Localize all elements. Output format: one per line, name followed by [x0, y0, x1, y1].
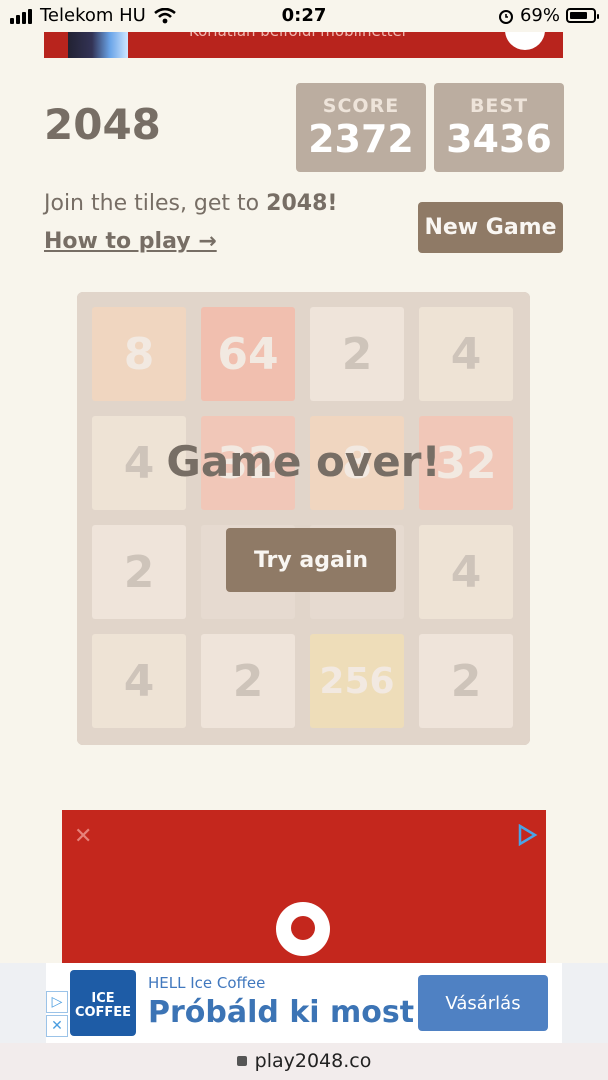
- close-icon[interactable]: ✕: [74, 824, 92, 849]
- buy-button[interactable]: Vásárlás: [418, 975, 548, 1031]
- intro-text: Join the tiles, get to 2048!: [44, 191, 337, 216]
- logo-line-1: ICE: [91, 991, 115, 1006]
- ad-headline[interactable]: Próbáld ki most: [148, 995, 414, 1030]
- ice-coffee-logo: ICE COFFEE: [70, 970, 136, 1036]
- game-title: 2048: [44, 100, 161, 149]
- battery-percent: 69%: [519, 5, 560, 26]
- game-board[interactable]: 8642443283224422562 Game over! Try again: [77, 292, 530, 745]
- best-label: BEST: [469, 95, 529, 117]
- how-to-play-link[interactable]: How to play →: [44, 229, 217, 254]
- intro-goal: 2048!: [266, 191, 338, 216]
- score-label: SCORE: [322, 95, 400, 117]
- top-ad-text: Korlátlan belföldi mobilnettel: [189, 32, 406, 40]
- lock-icon: [236, 1056, 247, 1066]
- game-over-overlay: Game over! Try again: [77, 292, 530, 745]
- game-over-message: Game over!: [166, 437, 441, 486]
- battery-icon: [566, 8, 599, 23]
- new-game-button[interactable]: New Game: [418, 202, 563, 253]
- ad-brand: HELL Ice Coffee: [148, 974, 266, 992]
- vodafone-ad[interactable]: ✕: [62, 810, 546, 970]
- try-again-button[interactable]: Try again: [226, 528, 396, 592]
- top-ad-banner[interactable]: Korlátlan belföldi mobilnettel: [44, 32, 563, 58]
- url-text: play2048.co: [254, 1050, 372, 1072]
- score-box: SCORE 2372: [296, 83, 426, 172]
- best-box: BEST 3436: [434, 83, 564, 172]
- adchoices-icon[interactable]: [516, 824, 538, 846]
- logo-line-2: COFFEE: [74, 1005, 132, 1020]
- vodafone-logo-icon: [276, 902, 330, 956]
- ad-phone-image: [68, 32, 128, 58]
- status-bar: Telekom HU 0:27 69%: [0, 0, 608, 32]
- ad-logo: [505, 32, 545, 50]
- score-value: 2372: [308, 117, 414, 161]
- alarm-icon: [498, 9, 513, 24]
- close-icon[interactable]: ✕: [46, 1015, 68, 1037]
- intro-prefix: Join the tiles, get to: [44, 191, 267, 216]
- url-bar[interactable]: play2048.co: [0, 1043, 608, 1080]
- adchoices-icon[interactable]: ▷: [46, 991, 68, 1013]
- best-value: 3436: [446, 117, 552, 161]
